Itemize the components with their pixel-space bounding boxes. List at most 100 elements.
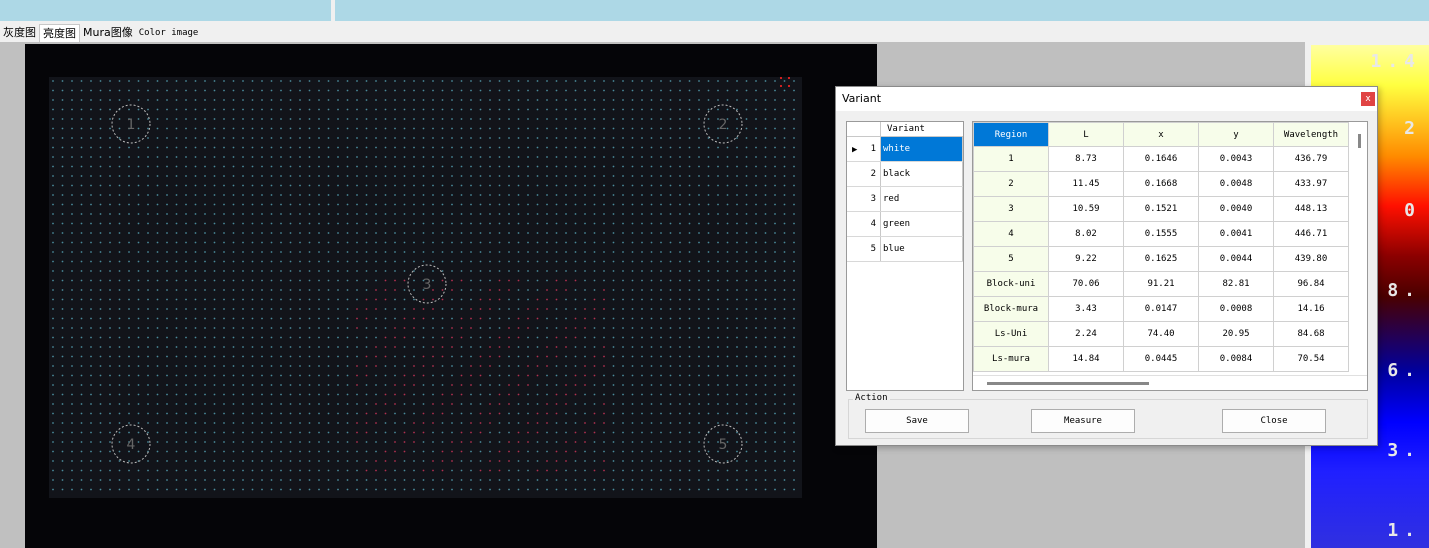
value-cell[interactable]: 0.1668 xyxy=(1123,171,1199,197)
value-cell[interactable]: 2.24 xyxy=(1048,321,1124,347)
action-group-label: Action xyxy=(853,393,890,403)
value-cell[interactable]: 84.68 xyxy=(1273,321,1349,347)
tab-color-image[interactable]: Color image xyxy=(135,24,202,42)
color-scale-tick: 2 xyxy=(1404,118,1421,139)
value-cell[interactable]: 3.43 xyxy=(1048,296,1124,322)
variant-row[interactable]: ▶ 1 white xyxy=(847,137,963,162)
value-cell[interactable]: 446.71 xyxy=(1273,221,1349,247)
close-button[interactable]: Close xyxy=(1222,409,1326,433)
value-cell[interactable]: 10.59 xyxy=(1048,196,1124,222)
region-label: 5 xyxy=(719,437,728,453)
value-cell[interactable]: 70.54 xyxy=(1273,346,1349,372)
value-cell[interactable]: 91.21 xyxy=(1123,271,1199,297)
region-cell[interactable]: 1 xyxy=(973,146,1049,172)
region-cell[interactable]: 4 xyxy=(973,221,1049,247)
close-icon[interactable]: x xyxy=(1361,92,1375,106)
measure-button[interactable]: Measure xyxy=(1031,409,1135,433)
variant-row[interactable]: 5 blue xyxy=(847,237,963,262)
variant-row-name: white xyxy=(881,137,963,161)
variant-row-name: red xyxy=(881,187,963,211)
value-cell[interactable]: 0.1625 xyxy=(1123,246,1199,272)
value-cell[interactable]: 448.13 xyxy=(1273,196,1349,222)
dialog-title-bar[interactable]: Variant x xyxy=(836,87,1377,111)
region-cell[interactable]: Ls-mura xyxy=(973,346,1049,372)
variant-row[interactable]: 3 red xyxy=(847,187,963,212)
image-tabs: 灰度图 亮度图 Mura图像 Color image xyxy=(0,24,202,42)
value-cell[interactable]: 0.1646 xyxy=(1123,146,1199,172)
table-row[interactable]: Block-uni 70.06 91.21 82.81 96.84 xyxy=(973,271,1349,297)
value-cell[interactable]: 0.0008 xyxy=(1198,296,1274,322)
measurement-table: Region Lx y Wavelength 1 8.73 0.1646 0.0043 436… xyxy=(973,122,1349,372)
value-cell[interactable]: 436.79 xyxy=(1273,146,1349,172)
table-row[interactable]: 3 10.59 0.1521 0.0040 448.13 xyxy=(973,196,1349,222)
value-cell[interactable]: 0.0043 xyxy=(1198,146,1274,172)
table-row[interactable]: 2 11.45 0.1668 0.0048 433.97 xyxy=(973,171,1349,197)
color-scale-tick: 8. xyxy=(1387,280,1421,301)
variant-dialog: Variant x Variant ▶ 1 white 2 black 3 red 4 gree… xyxy=(835,86,1378,446)
table-row[interactable]: Ls-mura 14.84 0.0445 0.0084 70.54 xyxy=(973,346,1349,372)
horizontal-scrollbar[interactable] xyxy=(973,375,1367,390)
region-cell[interactable]: 2 xyxy=(973,171,1049,197)
value-cell[interactable]: 439.80 xyxy=(1273,246,1349,272)
value-cell[interactable]: 0.1521 xyxy=(1123,196,1199,222)
column-header[interactable]: Region xyxy=(973,122,1049,147)
variant-row[interactable]: 2 black xyxy=(847,162,963,187)
value-cell[interactable]: 70.06 xyxy=(1048,271,1124,297)
value-cell[interactable]: 96.84 xyxy=(1273,271,1349,297)
value-cell[interactable]: 74.40 xyxy=(1123,321,1199,347)
table-row[interactable]: 5 9.22 0.1625 0.0044 439.80 xyxy=(973,246,1349,272)
value-cell[interactable]: 8.02 xyxy=(1048,221,1124,247)
variant-row-index: 5 xyxy=(847,237,881,261)
region-cell[interactable]: Block-mura xyxy=(973,296,1049,322)
tab-grayscale[interactable]: 灰度图 xyxy=(0,24,39,42)
tab-mura-image[interactable]: Mura图像 xyxy=(80,24,136,42)
column-header[interactable]: Wavelength xyxy=(1273,122,1349,147)
table-row[interactable]: 4 8.02 0.1555 0.0041 446.71 xyxy=(973,221,1349,247)
region-cell[interactable]: Block-uni xyxy=(973,271,1049,297)
value-cell[interactable]: 0.0040 xyxy=(1198,196,1274,222)
column-header[interactable]: x xyxy=(1123,122,1199,147)
variant-row-index: 1 xyxy=(847,137,881,161)
measurement-grid: Region Lx y Wavelength 1 8.73 0.1646 0.0043 436… xyxy=(972,121,1368,391)
tab-luminance[interactable]: 亮度图 xyxy=(39,24,80,42)
table-row[interactable]: 1 8.73 0.1646 0.0043 436.79 xyxy=(973,146,1349,172)
region-cell[interactable]: 5 xyxy=(973,246,1049,272)
region-cell[interactable]: Ls-Uni xyxy=(973,321,1049,347)
value-cell[interactable]: 11.45 xyxy=(1048,171,1124,197)
variant-row[interactable]: 4 green xyxy=(847,212,963,237)
region-cell[interactable]: 3 xyxy=(973,196,1049,222)
toolbar-divider xyxy=(331,0,335,21)
region-label: 1 xyxy=(127,117,136,133)
save-button[interactable]: Save xyxy=(865,409,969,433)
column-header[interactable]: L xyxy=(1048,122,1124,147)
action-group: Action Save Measure Close xyxy=(848,393,1368,439)
value-cell[interactable]: 0.0041 xyxy=(1198,221,1274,247)
value-cell[interactable]: 14.84 xyxy=(1048,346,1124,372)
value-cell[interactable]: 0.0044 xyxy=(1198,246,1274,272)
column-header[interactable]: y xyxy=(1198,122,1274,147)
vertical-scrollbar[interactable] xyxy=(1358,134,1361,148)
color-scale-tick: 0 xyxy=(1404,200,1421,221)
value-cell[interactable]: 8.73 xyxy=(1048,146,1124,172)
value-cell[interactable]: 0.0048 xyxy=(1198,171,1274,197)
value-cell[interactable]: 0.0084 xyxy=(1198,346,1274,372)
value-cell[interactable]: 14.16 xyxy=(1273,296,1349,322)
variant-row-index: 3 xyxy=(847,187,881,211)
variant-column-header: Variant xyxy=(887,124,925,134)
value-cell[interactable]: 0.0147 xyxy=(1123,296,1199,322)
value-cell[interactable]: 0.1555 xyxy=(1123,221,1199,247)
region-label: 3 xyxy=(423,277,432,293)
value-cell[interactable]: 9.22 xyxy=(1048,246,1124,272)
horizontal-scroll-thumb[interactable] xyxy=(987,382,1149,385)
value-cell[interactable]: 0.0445 xyxy=(1123,346,1199,372)
table-row[interactable]: Ls-Uni 2.24 74.40 20.95 84.68 xyxy=(973,321,1349,347)
variant-row-index: 2 xyxy=(847,162,881,186)
value-cell[interactable]: 433.97 xyxy=(1273,171,1349,197)
variant-list: Variant ▶ 1 white 2 black 3 red 4 green 5 blue xyxy=(846,121,964,391)
variant-row-name: blue xyxy=(881,237,963,261)
color-scale-tick: 3. xyxy=(1387,440,1421,461)
value-cell[interactable]: 82.81 xyxy=(1198,271,1274,297)
table-row[interactable]: Block-mura 3.43 0.0147 0.0008 14.16 xyxy=(973,296,1349,322)
region-label: 4 xyxy=(127,437,136,453)
value-cell[interactable]: 20.95 xyxy=(1198,321,1274,347)
